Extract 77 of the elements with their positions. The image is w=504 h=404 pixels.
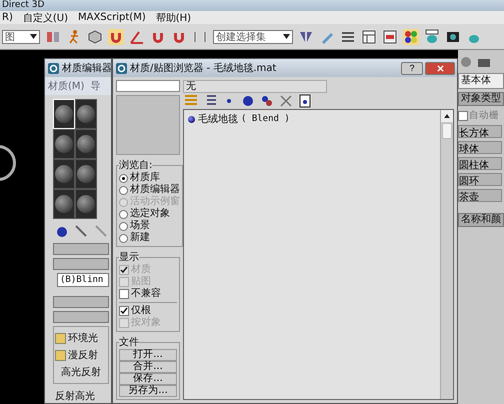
menu-item[interactable]: R) — [2, 12, 13, 23]
selection-set-dropdown[interactable]: 创建选择集 — [213, 30, 293, 44]
group-label: 文件 — [119, 336, 139, 348]
checkbox-label: 贴图 — [131, 276, 151, 288]
radio-label: 材质编辑器 — [130, 184, 180, 196]
scrollbar-thumb[interactable] — [442, 123, 452, 139]
radio-label: 活动示例窗 — [130, 196, 180, 208]
radio-label: 选定对象 — [130, 208, 170, 220]
magnet-icon[interactable] — [108, 28, 124, 44]
shader-dropdown[interactable]: (B)Blinn — [57, 273, 109, 287]
object-type-button[interactable]: 茶壶 — [458, 189, 502, 202]
radio-button[interactable] — [119, 186, 128, 194]
group-label: 浏览自: — [119, 158, 152, 172]
file-button[interactable]: 打开... — [119, 349, 177, 361]
view-dropdown[interactable]: 图 — [2, 30, 40, 44]
radio-button[interactable] — [119, 222, 128, 230]
menu-item[interactable]: 自定义(U) — [22, 10, 68, 24]
checkbox-label: 自动栅 — [469, 109, 499, 122]
radio-button[interactable] — [119, 174, 128, 182]
parameter-label: 漫反射 — [68, 348, 98, 362]
sphere-icon[interactable] — [240, 93, 256, 109]
window-title: 材质/贴图浏览器 - 毛绒地毯.mat — [130, 62, 276, 75]
object-type-button[interactable]: 圆柱体 — [458, 157, 502, 170]
rollout-header[interactable]: 名称和颜 — [458, 213, 504, 227]
angle-icon[interactable] — [129, 28, 145, 44]
checkbox-label: 按对象 — [131, 317, 161, 329]
object-type-button[interactable]: 圆环 — [458, 173, 502, 186]
app-logo-icon — [48, 62, 59, 74]
parameter-label: 环境光 — [68, 332, 98, 345]
preview-area — [116, 95, 180, 155]
material-list-item[interactable]: 毛绒地毯 ( Blend ) — [188, 112, 436, 126]
spheres-icon[interactable] — [403, 28, 419, 44]
checkbox[interactable] — [458, 110, 468, 120]
panel-icon[interactable] — [382, 28, 398, 44]
rollout-bar[interactable] — [53, 311, 109, 323]
checkbox[interactable] — [119, 306, 129, 316]
close-icon — [436, 64, 444, 72]
file-button[interactable]: 另存为... — [119, 385, 177, 397]
radio-label: 场景 — [130, 220, 150, 232]
rollout-header[interactable]: 对象类型 — [458, 92, 504, 106]
menu-item[interactable]: 帮助(H) — [156, 10, 192, 24]
lock-icon[interactable] — [55, 350, 66, 360]
dropdown-arrow-icon — [30, 34, 37, 39]
radio-button[interactable] — [119, 234, 128, 242]
input-field[interactable] — [116, 80, 180, 92]
grid-icon[interactable] — [361, 28, 377, 44]
file-button[interactable]: 保存... — [119, 373, 177, 385]
parameter-label: 高光反射 — [61, 366, 101, 379]
app-logo-icon — [116, 62, 127, 74]
checkbox-label: 不兼容 — [131, 288, 161, 300]
close-button[interactable] — [425, 62, 455, 74]
object-type-button[interactable]: 球体 — [458, 141, 502, 154]
checkbox-label: 仅根 — [131, 305, 151, 316]
object-type-button[interactable]: 长方体 — [458, 125, 502, 138]
group-label: 显示 — [119, 251, 139, 264]
radio-label: 新建 — [130, 232, 150, 244]
radio-button[interactable] — [119, 210, 128, 218]
menu-item[interactable]: 导 — [90, 79, 100, 93]
spheres-icon[interactable] — [259, 93, 275, 109]
lock-icon[interactable] — [55, 332, 66, 344]
checkbox-label: 材质 — [131, 264, 151, 276]
scroll-up-icon[interactable] — [444, 114, 450, 118]
menu-item[interactable]: 材质(M) — [48, 79, 84, 93]
checkbox[interactable] — [119, 289, 129, 299]
help-button[interactable]: ? — [401, 62, 423, 74]
window-title: Direct 3D — [0, 0, 504, 11]
file-button[interactable]: 合并... — [119, 361, 177, 373]
box-icon[interactable] — [87, 28, 103, 44]
menu-item[interactable]: MAXScript(M) — [78, 12, 146, 23]
rollout-bar[interactable] — [53, 258, 109, 270]
scrollbar[interactable] — [440, 110, 453, 399]
rollout-bar[interactable] — [53, 296, 109, 308]
category-dropdown[interactable]: 基本体 — [458, 73, 504, 89]
radio-label: 材质库 — [130, 172, 160, 184]
name-field[interactable]: 无 — [183, 80, 327, 93]
document-icon[interactable] — [297, 93, 313, 109]
dropdown-arrow-icon — [283, 34, 290, 39]
